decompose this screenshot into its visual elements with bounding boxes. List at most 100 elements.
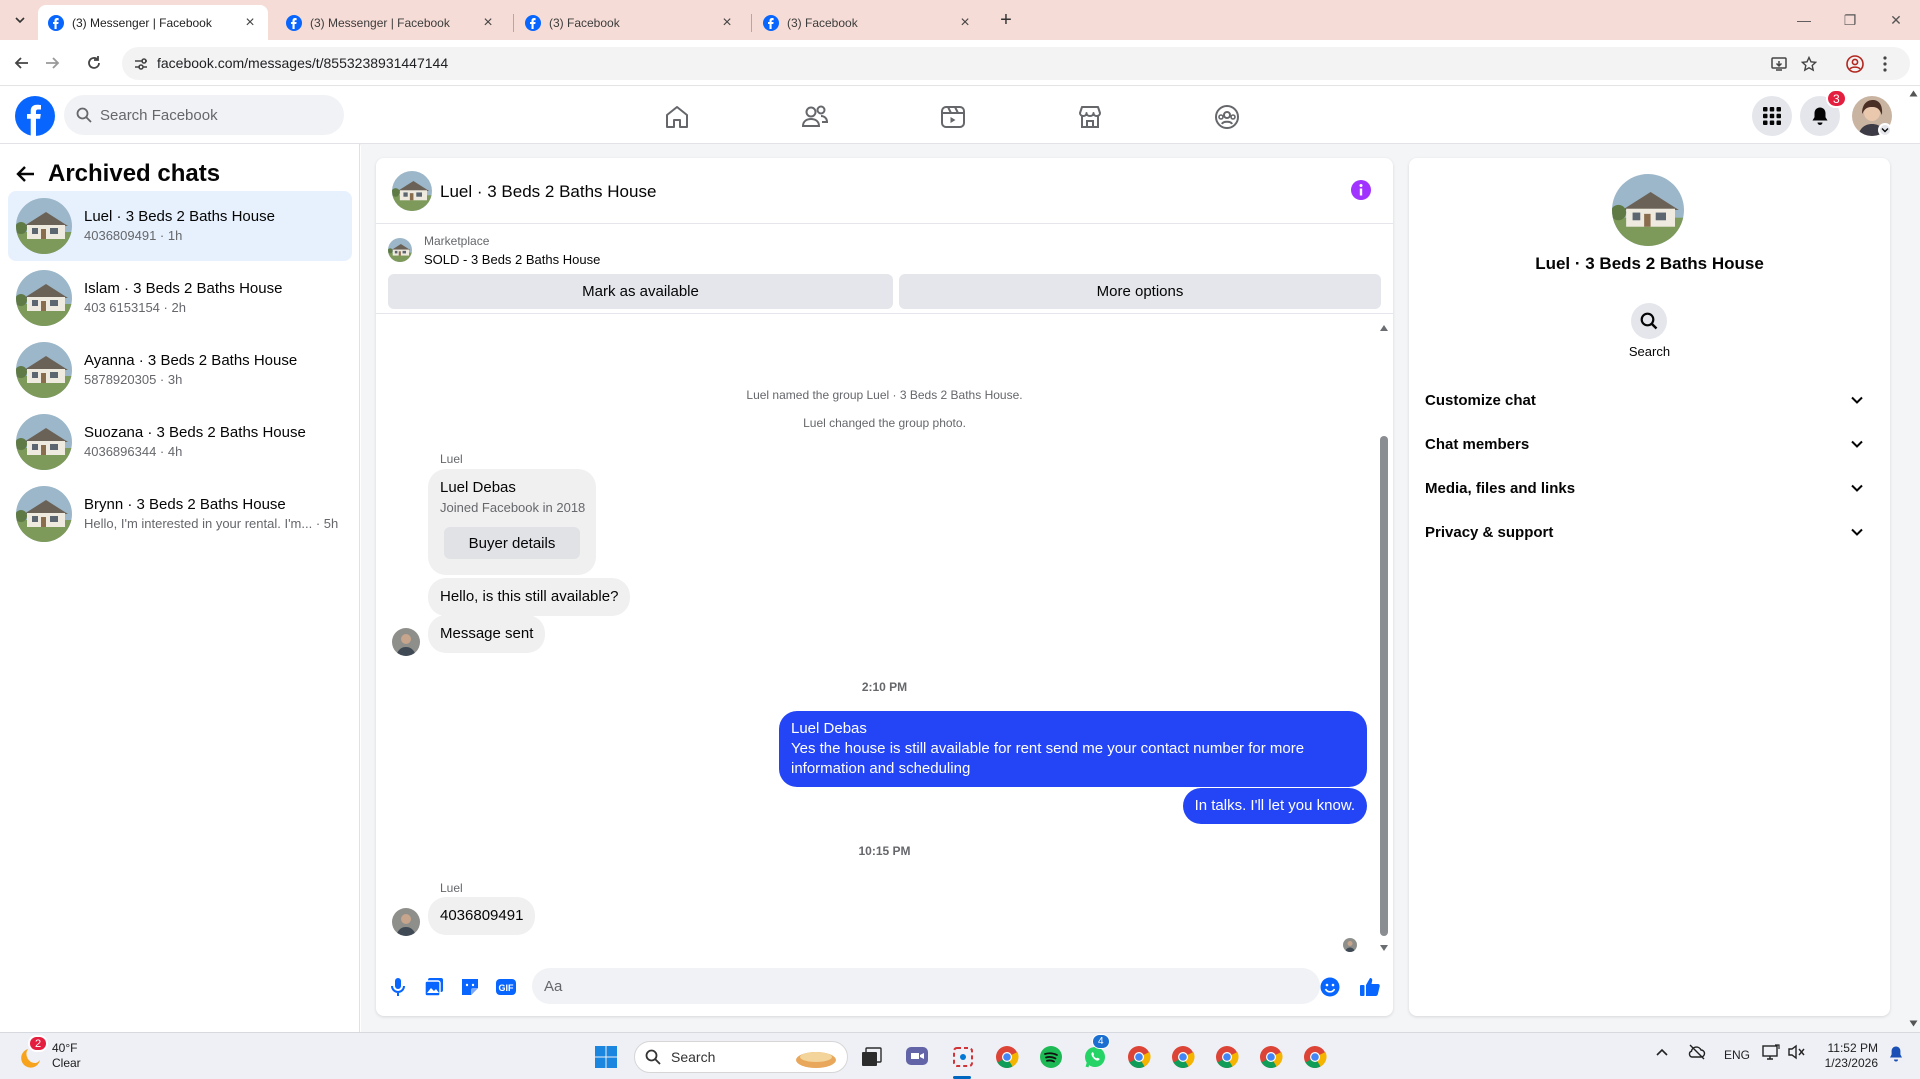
menu-button[interactable] (1752, 96, 1792, 136)
chrome-icon (995, 1045, 1019, 1069)
start-button[interactable] (591, 1042, 621, 1072)
browser-tab[interactable]: (3) Messenger | Facebook × (276, 5, 506, 40)
nav-home[interactable] (622, 95, 732, 139)
nav-groups[interactable] (1172, 95, 1282, 139)
scrollbar-thumb[interactable] (1380, 436, 1388, 936)
sender-avatar[interactable] (392, 628, 420, 656)
taskbar-search-label: Search (671, 1049, 716, 1065)
notification-center-button[interactable] (1888, 1045, 1904, 1063)
site-info-icon[interactable] (130, 53, 152, 75)
attach-media-button[interactable] (422, 975, 446, 999)
reload-icon (88, 56, 100, 69)
chat-list-item[interactable]: Islam · 3 Beds 2 Baths House 403 6153154 … (8, 263, 352, 333)
weather-widget[interactable]: 2 40°F Clear (18, 1035, 81, 1071)
minimize-button[interactable]: — (1786, 8, 1822, 32)
taskbar-search[interactable]: Search (634, 1041, 848, 1073)
browser-tab[interactable]: (3) Messenger | Facebook × (38, 5, 268, 40)
chrome-profile-button[interactable] (1124, 1042, 1154, 1072)
outgoing-message[interactable]: In talks. I'll let you know. (1182, 788, 1367, 824)
close-icon[interactable]: × (242, 14, 258, 31)
language-indicator[interactable]: ENG (1724, 1048, 1750, 1062)
nav-video[interactable] (898, 95, 1008, 139)
reload-button[interactable] (82, 51, 106, 75)
buyer-details-button[interactable]: Buyer details (444, 527, 580, 559)
page-scrollbar[interactable] (1906, 87, 1920, 1032)
volume-icon[interactable] (1788, 1044, 1806, 1060)
chrome-profile-button[interactable] (1168, 1042, 1198, 1072)
chat-list-item[interactable]: Ayanna · 3 Beds 2 Baths House 5878920305 … (8, 335, 352, 405)
group-photo[interactable] (1612, 174, 1684, 246)
show-hidden-icons[interactable] (1656, 1047, 1668, 1057)
customize-chat-row[interactable]: Customize chat (1425, 380, 1874, 420)
chat-members-row[interactable]: Chat members (1425, 424, 1874, 464)
row-label: Media, files and links (1425, 479, 1576, 497)
details-title: Luel · 3 Beds 2 Baths House (1535, 254, 1764, 273)
search-input[interactable] (100, 95, 330, 135)
scroll-down-icon[interactable] (1909, 1020, 1918, 1027)
nav-friends[interactable] (760, 95, 870, 139)
tab-search-button[interactable] (8, 8, 32, 32)
close-icon[interactable]: × (957, 14, 973, 31)
address-bar[interactable]: facebook.com/messages/t/8553238931447144 (122, 47, 1910, 80)
close-window-button[interactable]: ✕ (1878, 8, 1914, 32)
close-icon[interactable]: × (719, 14, 735, 31)
system-clock[interactable]: 11:52 PM 1/23/2026 (1818, 1041, 1878, 1071)
browser-tab[interactable]: (3) Facebook × (753, 5, 983, 40)
snipping-tool-button[interactable] (948, 1042, 978, 1072)
conversation-title[interactable]: Luel · 3 Beds 2 Baths House (440, 182, 656, 202)
gif-button[interactable]: GIF (494, 975, 518, 999)
more-options-button[interactable]: More options (899, 274, 1381, 309)
scroll-up-icon[interactable] (1379, 324, 1389, 332)
marketplace-icon (1079, 106, 1101, 128)
incoming-message[interactable]: 4036809491 (428, 897, 536, 935)
back-button[interactable] (10, 51, 34, 75)
emoji-button[interactable] (1318, 975, 1342, 999)
account-chevron[interactable] (1878, 123, 1892, 137)
forward-button[interactable] (40, 51, 64, 75)
voice-clip-button[interactable] (386, 975, 410, 999)
spotify-button[interactable] (1036, 1042, 1066, 1072)
bookmark-star-icon[interactable] (1798, 53, 1820, 75)
incoming-message[interactable]: Message sent (428, 615, 546, 653)
info-icon[interactable] (1351, 180, 1371, 200)
browser-menu-icon[interactable] (1874, 53, 1896, 75)
outgoing-message[interactable]: Luel Debas Yes the house is still availa… (779, 711, 1367, 787)
privacy-support-row[interactable]: Privacy & support (1425, 512, 1874, 552)
chat-preview: 4036809491 · 1h (84, 228, 183, 244)
incoming-message[interactable]: Hello, is this still available? (428, 578, 631, 616)
media-files-links-row[interactable]: Media, files and links (1425, 468, 1874, 508)
restore-button[interactable]: ❐ (1832, 8, 1868, 32)
browser-tab[interactable]: (3) Facebook × (515, 5, 745, 40)
new-tab-button[interactable]: + (994, 8, 1018, 32)
timestamp: 2:10 PM (861, 680, 908, 694)
conversation-avatar[interactable] (392, 171, 432, 211)
nav-marketplace[interactable] (1035, 95, 1145, 139)
messages-scrollbar[interactable] (1377, 324, 1389, 954)
network-icon[interactable] (1762, 1044, 1780, 1060)
facebook-search[interactable] (64, 95, 344, 135)
chat-list-item[interactable]: Luel · 3 Beds 2 Baths House 4036809491 · … (8, 191, 352, 261)
scroll-up-icon[interactable] (1909, 90, 1918, 97)
sticker-button[interactable] (458, 975, 482, 999)
close-icon[interactable]: × (480, 14, 496, 31)
mark-available-button[interactable]: Mark as available (388, 274, 893, 309)
teams-chat-button[interactable] (902, 1042, 932, 1072)
chrome-profile-button[interactable] (1300, 1042, 1330, 1072)
arrow-left-icon[interactable] (16, 164, 36, 184)
facebook-logo-icon[interactable] (15, 96, 55, 136)
chrome-profile-button[interactable] (1256, 1042, 1286, 1072)
listing-title[interactable]: SOLD - 3 Beds 2 Baths House (424, 252, 600, 267)
cloud-status-icon[interactable] (1688, 1044, 1706, 1060)
search-in-conversation-button[interactable] (1631, 303, 1667, 339)
sender-avatar[interactable] (392, 908, 420, 936)
chrome-profile-button[interactable] (1212, 1042, 1242, 1072)
install-app-icon[interactable] (1768, 53, 1790, 75)
task-view-button[interactable] (857, 1042, 887, 1072)
chat-list-item[interactable]: Suozana · 3 Beds 2 Baths House 4036896344… (8, 407, 352, 477)
chat-list-item[interactable]: Brynn · 3 Beds 2 Baths House Hello, I'm i… (8, 479, 352, 549)
like-button[interactable] (1358, 975, 1382, 999)
profile-icon[interactable] (1844, 53, 1866, 75)
scroll-down-icon[interactable] (1379, 944, 1389, 952)
message-input[interactable] (532, 968, 1320, 1004)
chrome-button[interactable] (992, 1042, 1022, 1072)
